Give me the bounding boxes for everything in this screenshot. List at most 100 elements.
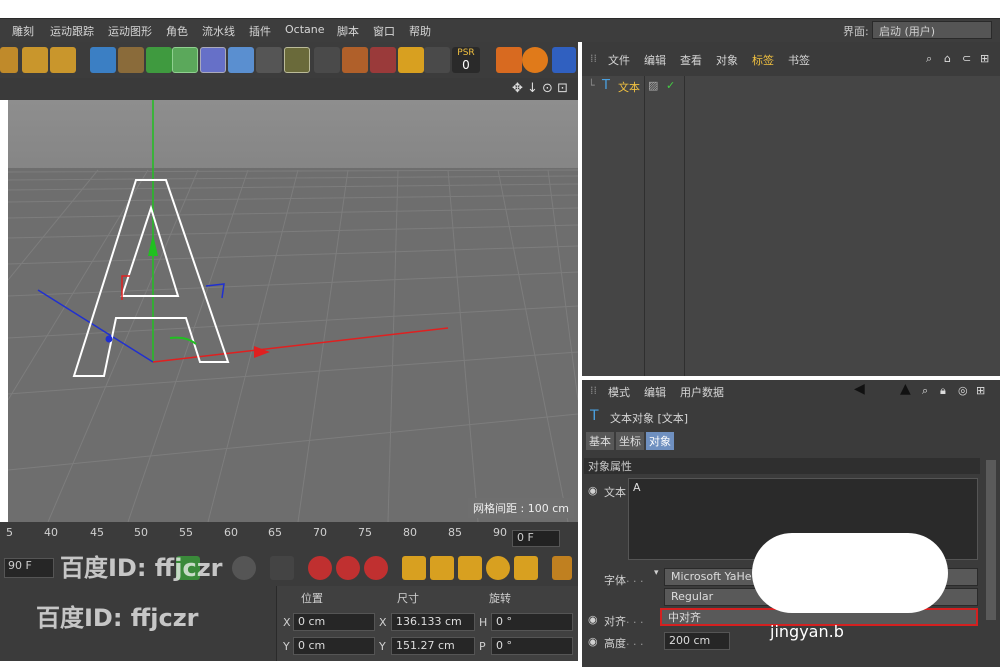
timeline-window-icon[interactable] bbox=[552, 556, 572, 580]
size-y-field[interactable]: 151.27 cm bbox=[391, 637, 475, 655]
rot-h-field[interactable]: 0 ° bbox=[491, 613, 573, 631]
om-menu-object[interactable]: 对象 bbox=[716, 52, 738, 68]
menu-octane[interactable]: Octane bbox=[285, 23, 325, 36]
position-header: 位置 bbox=[301, 592, 323, 605]
layout-select[interactable]: 启动 (用户) bbox=[872, 21, 992, 39]
render-settings-icon[interactable] bbox=[50, 47, 76, 73]
key-param-icon[interactable] bbox=[486, 556, 510, 580]
tag-icon[interactable] bbox=[342, 47, 368, 73]
z-axis-handle[interactable] bbox=[105, 335, 113, 343]
keyframe-help-icon[interactable] bbox=[364, 556, 388, 580]
rot-h-label: H bbox=[479, 616, 488, 629]
pos-y-field[interactable]: 0 cm bbox=[293, 637, 375, 655]
pen-icon[interactable] bbox=[118, 47, 144, 73]
next-key-icon[interactable] bbox=[270, 556, 294, 580]
cube-icon[interactable] bbox=[90, 47, 116, 73]
sketch-icon[interactable] bbox=[370, 47, 396, 73]
array-icon[interactable] bbox=[172, 47, 198, 73]
height-field[interactable]: 200 cm bbox=[664, 632, 730, 650]
menu-window[interactable]: 窗口 bbox=[373, 23, 395, 39]
workplane-icon[interactable] bbox=[424, 47, 450, 73]
home-icon[interactable]: ⌂ bbox=[944, 52, 951, 65]
size-x-field[interactable]: 136.133 cm bbox=[391, 613, 475, 631]
link-icon[interactable]: ⊂ bbox=[962, 52, 971, 65]
menu-sculpt[interactable]: 雕刻 bbox=[12, 23, 34, 39]
record-icon[interactable] bbox=[308, 556, 332, 580]
am-menu-mode[interactable]: 模式 bbox=[608, 384, 630, 400]
menu-script[interactable]: 脚本 bbox=[337, 23, 359, 39]
grip-icon[interactable]: ⁞⁞ bbox=[590, 52, 597, 65]
size-header: 尺寸 bbox=[397, 592, 419, 605]
menu-plugins[interactable]: 插件 bbox=[249, 23, 271, 39]
object-name[interactable]: 文本 bbox=[618, 79, 640, 95]
viewport-nav-icons[interactable]: ✥ ↓ ⊙ ⊡ bbox=[512, 81, 568, 96]
attribute-title: 文本对象 [文本] bbox=[610, 412, 689, 425]
layout-label: 界面: bbox=[843, 25, 869, 38]
viewport[interactable]: 网格间距 : 100 cm bbox=[8, 100, 578, 522]
rot-p-field[interactable]: 0 ° bbox=[491, 637, 573, 655]
script-icon[interactable] bbox=[522, 47, 548, 73]
menu-help[interactable]: 帮助 bbox=[409, 23, 431, 39]
align-label: 对齐 bbox=[604, 615, 626, 628]
menu-pipeline[interactable]: 流水线 bbox=[202, 23, 235, 39]
hierarchy-line-icon: └ bbox=[588, 79, 595, 92]
pos-x-field[interactable]: 0 cm bbox=[293, 613, 375, 631]
menu-mograph[interactable]: 运动图形 bbox=[108, 23, 152, 39]
height-radio-icon[interactable]: ◉ bbox=[588, 635, 598, 648]
auto-key-icon[interactable] bbox=[336, 556, 360, 580]
object-list[interactable]: └ T 文本 ▨ ✓ bbox=[582, 76, 1000, 376]
render-view-icon[interactable] bbox=[22, 47, 48, 73]
font-style-value: Regular bbox=[671, 590, 714, 603]
text-radio-icon[interactable]: ◉ bbox=[588, 484, 598, 497]
am-menu-userdata[interactable]: 用户数据 bbox=[680, 384, 724, 400]
enabled-check-icon[interactable]: ✓ bbox=[666, 79, 675, 92]
character-icon[interactable] bbox=[314, 47, 340, 73]
menu-motion-tracking[interactable]: 运动跟踪 bbox=[50, 23, 94, 39]
menu-character[interactable]: 角色 bbox=[166, 23, 188, 39]
timeline-tick: 45 bbox=[90, 526, 104, 539]
align-radio-icon[interactable]: ◉ bbox=[588, 613, 598, 626]
om-menu-tags[interactable]: 标签 bbox=[752, 52, 774, 68]
font-expand-icon[interactable]: ▾ bbox=[654, 568, 659, 578]
key-rotation-icon[interactable] bbox=[458, 556, 482, 580]
floor-icon[interactable] bbox=[228, 47, 254, 73]
snap-icon[interactable] bbox=[398, 47, 424, 73]
back-arrow-icon[interactable]: ◀ bbox=[854, 381, 865, 397]
camera-icon[interactable] bbox=[256, 47, 282, 73]
size-x-label: X bbox=[379, 616, 387, 629]
psr-display[interactable]: PSR 0 bbox=[452, 47, 480, 73]
loop-icon[interactable] bbox=[232, 556, 256, 580]
subdivision-icon[interactable] bbox=[146, 47, 172, 73]
deformer-icon[interactable] bbox=[200, 47, 226, 73]
timeline[interactable]: 5 40 45 50 55 60 65 70 75 80 85 90 0 F bbox=[0, 522, 578, 550]
om-menu-file[interactable]: 文件 bbox=[608, 52, 630, 68]
current-frame-field[interactable]: 90 F bbox=[4, 558, 54, 578]
tab-basic[interactable]: 基本 bbox=[586, 432, 614, 450]
new-panel-icon[interactable]: ⊞ bbox=[976, 384, 985, 397]
move-tool-icon[interactable] bbox=[496, 47, 522, 73]
timeline-tick: 5 bbox=[6, 526, 13, 539]
search-icon[interactable]: ⌕ bbox=[926, 52, 932, 66]
key-points-icon[interactable] bbox=[514, 556, 538, 580]
lock-icon[interactable]: 🔒︎ bbox=[940, 384, 946, 398]
text-input-value: A bbox=[633, 481, 641, 494]
visibility-icon[interactable]: ▨ bbox=[648, 79, 658, 92]
om-menu-view[interactable]: 查看 bbox=[680, 52, 702, 68]
tab-coord[interactable]: 坐标 bbox=[616, 432, 644, 450]
am-menu-edit[interactable]: 编辑 bbox=[644, 384, 666, 400]
search-icon[interactable]: ⌕ bbox=[922, 384, 928, 398]
up-arrow-icon[interactable]: ▲ bbox=[900, 381, 911, 397]
key-scale-icon[interactable] bbox=[430, 556, 454, 580]
tab-object[interactable]: 对象 bbox=[646, 432, 674, 450]
new-panel-icon[interactable]: ⊞ bbox=[980, 52, 989, 65]
settings-icon[interactable]: ◎ bbox=[958, 384, 968, 397]
plugin-icon[interactable] bbox=[552, 47, 576, 73]
light-icon[interactable] bbox=[284, 47, 310, 73]
om-menu-edit[interactable]: 编辑 bbox=[644, 52, 666, 68]
end-frame-field[interactable]: 0 F bbox=[512, 530, 560, 547]
grip-icon[interactable]: ⁞⁞ bbox=[590, 384, 597, 397]
key-position-icon[interactable] bbox=[402, 556, 426, 580]
render-region-icon[interactable] bbox=[0, 47, 18, 73]
attribute-scrollbar[interactable] bbox=[986, 460, 996, 620]
om-menu-bookmarks[interactable]: 书签 bbox=[788, 52, 810, 68]
